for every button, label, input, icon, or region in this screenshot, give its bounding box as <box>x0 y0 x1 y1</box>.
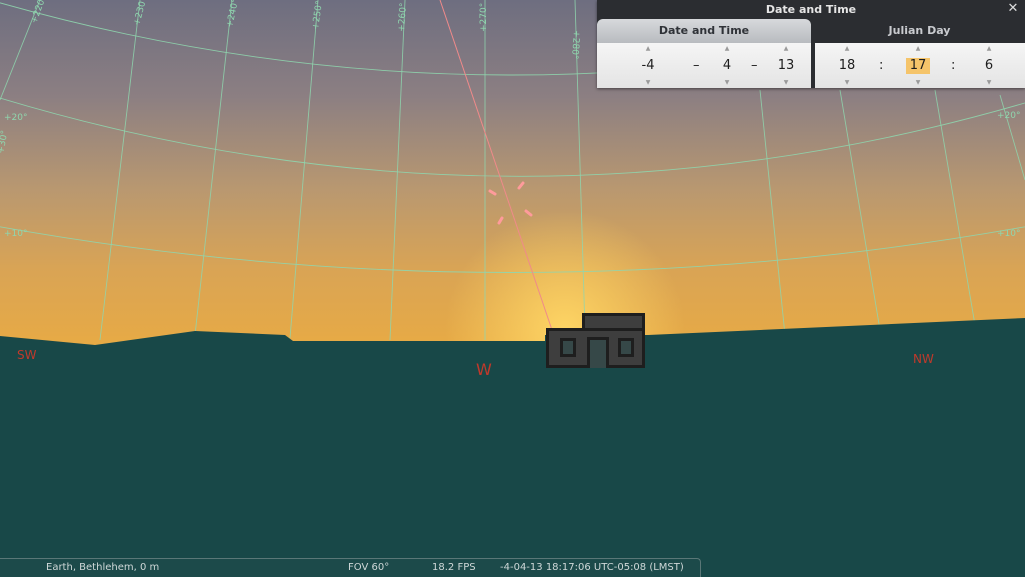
month-up-arrow-icon[interactable]: ▲ <box>709 44 745 53</box>
azimuth-label: +270° <box>479 3 489 32</box>
compass-sw-label: SW <box>17 348 37 362</box>
date-time-dialog[interactable]: Date and Time ✕ Date and Time Julian Day… <box>597 0 1025 88</box>
hour-value[interactable]: 18 <box>829 58 865 74</box>
tab-date-and-time[interactable]: Date and Time <box>597 19 811 43</box>
altitude-label: +10° <box>997 229 1021 239</box>
month-down-arrow-icon[interactable]: ▼ <box>709 78 745 87</box>
time-separator: : <box>879 58 884 73</box>
location-text: Earth, Bethlehem, 0 m <box>46 562 160 573</box>
second-down-arrow-icon[interactable]: ▼ <box>971 78 1007 87</box>
azimuth-label: +260° <box>397 2 409 32</box>
fov-text: FOV 60° <box>348 562 390 573</box>
second-value[interactable]: 6 <box>971 58 1007 74</box>
hour-spinbox[interactable]: ▲ 18 ▼ <box>829 43 865 88</box>
day-value[interactable]: 13 <box>768 58 804 74</box>
compass-w-label: W <box>476 360 492 379</box>
minute-down-arrow-icon[interactable]: ▼ <box>900 78 936 87</box>
hour-up-arrow-icon[interactable]: ▲ <box>829 44 865 53</box>
time-panel: ▲ 18 ▼ : ▲ 17 ▼ : ▲ 6 ▼ <box>815 43 1025 88</box>
month-value[interactable]: 4 <box>709 58 745 74</box>
dialog-title: Date and Time <box>765 3 857 16</box>
minute-spinbox[interactable]: ▲ 17 ▼ <box>900 43 936 88</box>
date-separator: – <box>751 58 758 73</box>
azimuth-label: +280° <box>569 30 581 60</box>
ground-landscape <box>0 318 1025 576</box>
datetime-text: -4-04-13 18:17:06 UTC-05:08 (LMST) <box>500 562 684 573</box>
compass-nw-label: NW <box>913 352 934 366</box>
date-panel: ▲ -4 ▼ – ▲ 4 ▼ – ▲ 13 ▼ <box>597 43 811 88</box>
day-up-arrow-icon[interactable]: ▲ <box>768 44 804 53</box>
year-up-arrow-icon[interactable]: ▲ <box>630 44 666 53</box>
close-icon[interactable]: ✕ <box>1005 1 1021 17</box>
year-spinbox[interactable]: ▲ -4 ▼ <box>630 43 666 88</box>
year-value[interactable]: -4 <box>630 58 666 74</box>
second-up-arrow-icon[interactable]: ▲ <box>971 44 1007 53</box>
time-separator: : <box>951 58 956 73</box>
minute-up-arrow-icon[interactable]: ▲ <box>900 44 936 53</box>
altitude-label: +20° <box>4 113 28 123</box>
tab-julian-day[interactable]: Julian Day <box>814 19 1025 43</box>
altitude-label: +20° <box>997 111 1021 121</box>
year-down-arrow-icon[interactable]: ▼ <box>630 78 666 87</box>
hour-down-arrow-icon[interactable]: ▼ <box>829 78 865 87</box>
altitude-label: +10° <box>4 229 28 239</box>
second-spinbox[interactable]: ▲ 6 ▼ <box>971 43 1007 88</box>
day-down-arrow-icon[interactable]: ▼ <box>768 78 804 87</box>
fps-text: 18.2 FPS <box>432 562 476 573</box>
minute-value[interactable]: 17 <box>906 58 930 74</box>
day-spinbox[interactable]: ▲ 13 ▼ <box>768 43 804 88</box>
month-spinbox[interactable]: ▲ 4 ▼ <box>709 43 745 88</box>
date-separator: – <box>693 58 700 73</box>
status-bar[interactable]: Earth, Bethlehem, 0 m FOV 60° 18.2 FPS -… <box>0 558 701 577</box>
